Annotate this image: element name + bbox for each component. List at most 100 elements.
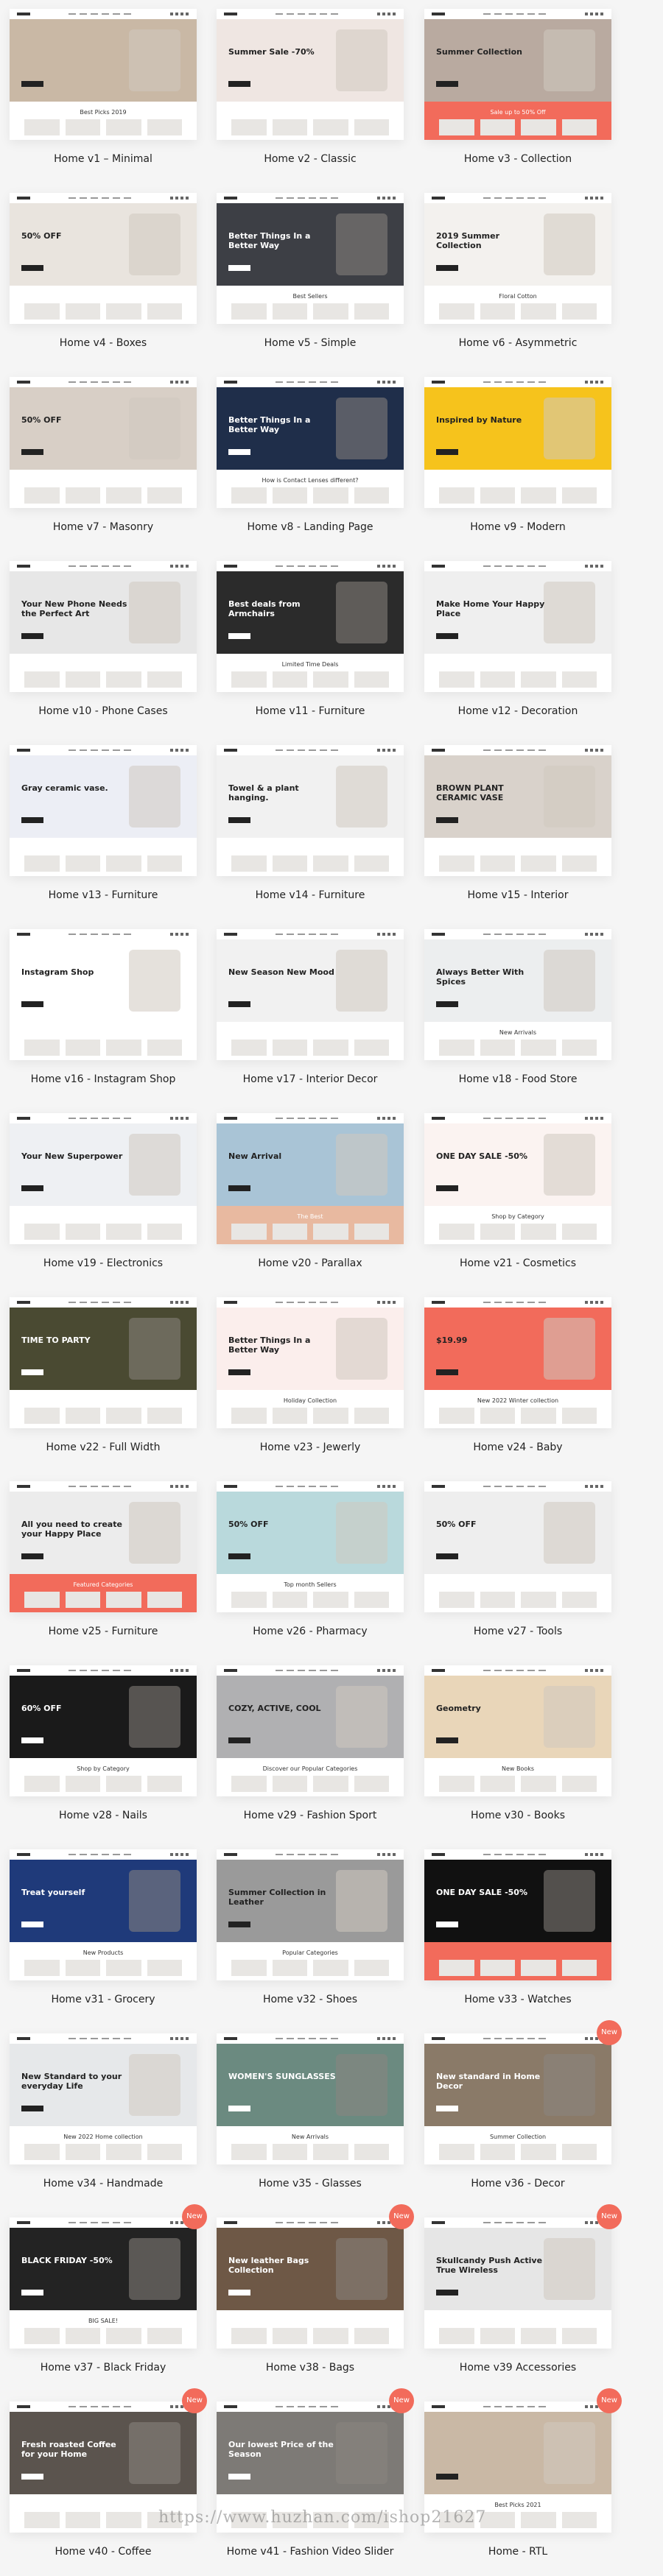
demo-caption[interactable]: Home v38 - Bags [217, 2362, 404, 2374]
demo-caption[interactable]: Home v11 - Furniture [217, 705, 404, 717]
product-tiles [439, 303, 597, 320]
demo-thumbnail-link[interactable]: Make Home Your Happy Place [424, 561, 611, 692]
demo-thumbnail-link[interactable]: Instagram Shop [10, 929, 197, 1060]
demo-caption[interactable]: Home v10 - Phone Cases [10, 705, 197, 717]
demo-thumbnail-link[interactable]: $19.99 New 2022 Winter collection [424, 1297, 611, 1428]
demo-caption[interactable]: Home v2 - Classic [217, 153, 404, 165]
demo-caption[interactable]: Home v22 - Full Width [10, 1441, 197, 1453]
demo-thumbnail-link[interactable]: Best deals from Armchairs Limited Time D… [217, 561, 404, 692]
product-tiles [231, 1040, 389, 1056]
nav-links [69, 749, 135, 751]
demo-thumbnail-link[interactable]: BLACK FRIDAY -50% BIG SALE! [10, 2217, 197, 2349]
demo-thumbnail-link[interactable]: Geometry New Books [424, 1665, 611, 1796]
shop-now-button [436, 1185, 458, 1191]
demo-thumbnail-link[interactable]: Better Things In a Better Way How is Con… [217, 377, 404, 508]
demo-caption[interactable]: Home v9 - Modern [424, 521, 611, 533]
product-image [336, 1686, 387, 1748]
demo-caption[interactable]: Home v29 - Fashion Sport [217, 1810, 404, 1821]
demo-caption[interactable]: Home v3 - Collection [424, 153, 611, 165]
demo-caption[interactable]: Home v15 - Interior [424, 889, 611, 901]
demo-caption[interactable]: Home v26 - Pharmacy [217, 1626, 404, 1637]
demo-caption[interactable]: Home v19 - Electronics [10, 1257, 197, 1269]
demo-thumbnail-link[interactable]: Better Things In a Better Way Best Selle… [217, 193, 404, 324]
demo-thumbnail-link[interactable]: New standard in Home Decor Summer Collec… [424, 2033, 611, 2164]
logo-icon [17, 2037, 30, 2040]
hero-headline: Summer Collection [436, 47, 522, 57]
demo-caption[interactable]: Home v18 - Food Store [424, 1073, 611, 1085]
demo-caption[interactable]: Home v16 - Instagram Shop [10, 1073, 197, 1085]
demo-caption[interactable]: Home v30 - Books [424, 1810, 611, 1821]
demo-caption[interactable]: Home v5 - Simple [217, 337, 404, 349]
section-title: Featured Categories [73, 1581, 133, 1588]
demo-thumbnail-link[interactable]: New Standard to your everyday Life New 2… [10, 2033, 197, 2164]
demo-thumbnail-link[interactable]: New Season New Mood [217, 929, 404, 1060]
demo-thumbnail-link[interactable]: Summer Collection in Leather Popular Cat… [217, 1849, 404, 1980]
demo-caption[interactable]: Home v21 - Cosmetics [424, 1257, 611, 1269]
demo-thumbnail-link[interactable]: 50% OFF [424, 1481, 611, 1612]
demo-caption[interactable]: Home v28 - Nails [10, 1810, 197, 1821]
demo-caption[interactable]: Home v24 - Baby [424, 1441, 611, 1453]
demo-caption[interactable]: Home v13 - Furniture [10, 889, 197, 901]
section-title: New 2022 Home collection [63, 2134, 143, 2140]
demo-thumbnail-link[interactable]: WOMEN'S SUNGLASSES New Arrivals [217, 2033, 404, 2164]
logo-icon [432, 1485, 445, 1488]
demo-thumbnail-link[interactable]: Towel & a plant hanging. [217, 745, 404, 876]
demo-caption[interactable]: Home v6 - Asymmetric [424, 337, 611, 349]
demo-thumbnail-link[interactable]: All you need to create your Happy Place … [10, 1481, 197, 1612]
demo-caption[interactable]: Home v40 - Coffee [10, 2546, 197, 2558]
demo-caption[interactable]: Home v33 - Watches [424, 1994, 611, 2005]
demo-thumbnail-link[interactable]: TIME TO PARTY [10, 1297, 197, 1428]
demo-caption[interactable]: Home v36 - Decor [424, 2178, 611, 2189]
demo-caption[interactable]: Home v7 - Masonry [10, 521, 197, 533]
demo-caption[interactable]: Home v39 Accessories [424, 2362, 611, 2374]
demo-card: 50% OFF Home v4 - Boxes [10, 193, 197, 349]
demo-caption[interactable]: Home v23 - Jewerly [217, 1441, 404, 1453]
demo-thumbnail-link[interactable]: New Arrival The Best [217, 1113, 404, 1244]
demo-caption[interactable]: Home v14 - Furniture [217, 889, 404, 901]
demo-thumbnail-link[interactable]: BROWN PLANT CERAMIC VASE [424, 745, 611, 876]
lower-section: The Best [217, 1206, 404, 1244]
hero-headline: Better Things In a Better Way [228, 415, 311, 434]
demo-card: Instagram Shop Home v16 - Instagram Shop [10, 929, 197, 1085]
demo-thumbnail-link[interactable]: Inspired by Nature [424, 377, 611, 508]
demo-caption[interactable]: Home v32 - Shoes [217, 1994, 404, 2005]
demo-thumbnail-link[interactable]: Best Picks 2019 [10, 9, 197, 140]
demo-thumbnail-link[interactable]: Summer Sale -70% [217, 9, 404, 140]
demo-thumbnail-link[interactable]: 50% OFF [10, 193, 197, 324]
demo-thumbnail-link[interactable]: COZY, ACTIVE, COOL Discover our Popular … [217, 1665, 404, 1796]
demo-caption[interactable]: Home v4 - Boxes [10, 337, 197, 349]
demo-caption[interactable]: Home v31 - Grocery [10, 1994, 197, 2005]
demo-caption[interactable]: Home v20 - Parallax [217, 1257, 404, 1269]
demo-thumbnail-link[interactable]: Skullcandy Push Active True Wireless [424, 2217, 611, 2349]
demo-caption[interactable]: Home v1 – Minimal [10, 153, 197, 165]
demo-thumbnail-link[interactable]: 60% OFF Shop by Category [10, 1665, 197, 1796]
product-image [336, 214, 387, 275]
demo-caption[interactable]: Home v12 - Decoration [424, 705, 611, 717]
demo-thumbnail-link[interactable]: Always Better With Spices New Arrivals [424, 929, 611, 1060]
demo-caption[interactable]: Home - RTL [424, 2546, 611, 2558]
demo-thumbnail-link[interactable]: ONE DAY SALE -50% Shop by Category [424, 1113, 611, 1244]
demo-caption[interactable]: Home v25 - Furniture [10, 1626, 197, 1637]
demo-caption[interactable]: Home v41 - Fashion Video Slider [217, 2546, 404, 2558]
demo-thumbnail-link[interactable]: Your New Phone Needs the Perfect Art [10, 561, 197, 692]
demo-thumbnail-link[interactable]: 2019 Summer Collection Floral Cotton [424, 193, 611, 324]
shop-now-button [21, 2106, 43, 2111]
demo-caption[interactable]: Home v35 - Glasses [217, 2178, 404, 2189]
hero-headline: Towel & a plant hanging. [228, 783, 299, 802]
demo-card: All you need to create your Happy Place … [10, 1481, 197, 1637]
demo-caption[interactable]: Home v37 - Black Friday [10, 2362, 197, 2374]
demo-thumbnail-link[interactable]: Better Things In a Better Way Holiday Co… [217, 1297, 404, 1428]
demo-thumbnail-link[interactable]: Gray ceramic vase. [10, 745, 197, 876]
demo-caption[interactable]: Home v17 - Interior Decor [217, 1073, 404, 1085]
demo-caption[interactable]: Home v34 - Handmade [10, 2178, 197, 2189]
demo-caption[interactable]: Home v8 - Landing Page [217, 521, 404, 533]
demo-thumbnail-link[interactable]: 50% OFF [10, 377, 197, 508]
demo-thumbnail-link[interactable]: Your New Superpower [10, 1113, 197, 1244]
demo-caption[interactable]: Home v27 - Tools [424, 1626, 611, 1637]
demo-thumbnail-link[interactable]: 50% OFF Top month Sellers [217, 1481, 404, 1612]
demo-thumbnail-link[interactable]: New leather Bags Collection [217, 2217, 404, 2349]
product-tiles [439, 1408, 597, 1424]
demo-thumbnail-link[interactable]: ONE DAY SALE -50% [424, 1849, 611, 1980]
demo-thumbnail-link[interactable]: Summer Collection Sale up to 50% Off [424, 9, 611, 140]
demo-thumbnail-link[interactable]: Treat yourself New Products [10, 1849, 197, 1980]
